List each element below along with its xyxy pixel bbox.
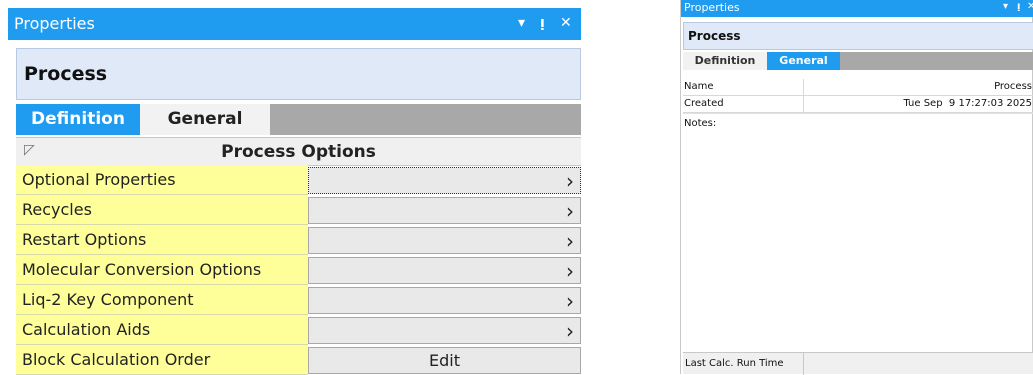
footer-label: Last Calc. Run Time: [685, 358, 784, 369]
tab-strip: Definition General: [16, 104, 581, 135]
title-bar: Properties ▾ ᴉ ✕: [681, 0, 1033, 17]
property-label: Block Calculation Order: [16, 345, 308, 375]
tab-general[interactable]: General: [140, 104, 270, 135]
property-button[interactable]: ›: [308, 227, 581, 254]
property-row: Block Calculation Order Edit: [16, 345, 581, 375]
property-grid: Name Process Created Tue Sep 9 17:27:03 …: [683, 79, 1033, 113]
property-button[interactable]: ›: [308, 257, 581, 284]
dropdown-icon[interactable]: ▾: [1003, 1, 1008, 12]
grid-key: Name: [684, 81, 714, 92]
property-label: Optional Properties: [16, 165, 308, 195]
property-row: Liq-2 Key Component ›: [16, 285, 581, 315]
chevron-right-icon: ›: [566, 169, 574, 193]
notes-area[interactable]: Notes:: [683, 113, 1033, 351]
tab-definition[interactable]: Definition: [683, 52, 767, 70]
property-button[interactable]: ›: [308, 317, 581, 344]
tab-strip: Definition General: [683, 52, 1033, 70]
property-row: Molecular Conversion Options ›: [16, 255, 581, 285]
grid-row-created: Created Tue Sep 9 17:27:03 2025: [683, 96, 1033, 113]
pin-icon[interactable]: ᴉ: [1017, 1, 1020, 12]
chevron-right-icon: ›: [566, 319, 574, 343]
footer-row: Last Calc. Run Time: [683, 352, 1033, 375]
section-header: ◸ Process Options: [16, 137, 581, 166]
edit-button-label: Edit: [429, 351, 460, 370]
title-bar: Properties ▾ ᴉ ✕: [8, 8, 581, 40]
property-row: Restart Options ›: [16, 225, 581, 255]
property-button[interactable]: ›: [308, 197, 581, 224]
grid-row-name: Name Process: [683, 79, 1033, 96]
close-icon[interactable]: ✕: [1027, 1, 1033, 12]
property-label: Liq-2 Key Component: [16, 285, 308, 315]
property-button[interactable]: ›: [308, 287, 581, 314]
tab-general[interactable]: General: [767, 52, 840, 70]
property-row: Optional Properties ›: [16, 165, 581, 195]
property-button[interactable]: ›: [308, 167, 581, 194]
chevron-right-icon: ›: [566, 289, 574, 313]
chevron-right-icon: ›: [566, 199, 574, 223]
close-icon[interactable]: ✕: [560, 15, 572, 31]
notes-label: Notes:: [684, 118, 717, 129]
object-name: Process: [24, 63, 108, 85]
grid-value[interactable]: Tue Sep 9 17:27:03 2025: [803, 96, 1033, 112]
properties-panel-large: Properties ▾ ᴉ ✕ Process Definition Gene…: [8, 8, 581, 375]
property-label: Recycles: [16, 195, 308, 225]
property-row: Recycles ›: [16, 195, 581, 225]
dropdown-icon[interactable]: ▾: [518, 15, 525, 31]
grid-key: Created: [684, 98, 724, 109]
object-header: Process: [683, 22, 1033, 50]
panel-title: Properties: [684, 1, 740, 14]
property-row: Calculation Aids ›: [16, 315, 581, 345]
grid-value[interactable]: Process: [803, 79, 1033, 95]
edit-button[interactable]: Edit: [308, 347, 581, 374]
pin-icon[interactable]: ᴉ: [540, 15, 545, 31]
panel-title: Properties: [14, 14, 95, 33]
property-label: Restart Options: [16, 225, 308, 255]
object-header: Process: [16, 48, 581, 100]
chevron-right-icon: ›: [566, 229, 574, 253]
tab-definition[interactable]: Definition: [16, 104, 140, 135]
property-label: Molecular Conversion Options: [16, 255, 308, 285]
chevron-right-icon: ›: [566, 259, 574, 283]
object-name: Process: [688, 29, 741, 43]
property-label: Calculation Aids: [16, 315, 308, 345]
footer-value: [803, 353, 1033, 375]
properties-panel-small: Properties ▾ ᴉ ✕ Process Definition Gene…: [680, 0, 1033, 375]
section-title: Process Options: [221, 142, 376, 162]
